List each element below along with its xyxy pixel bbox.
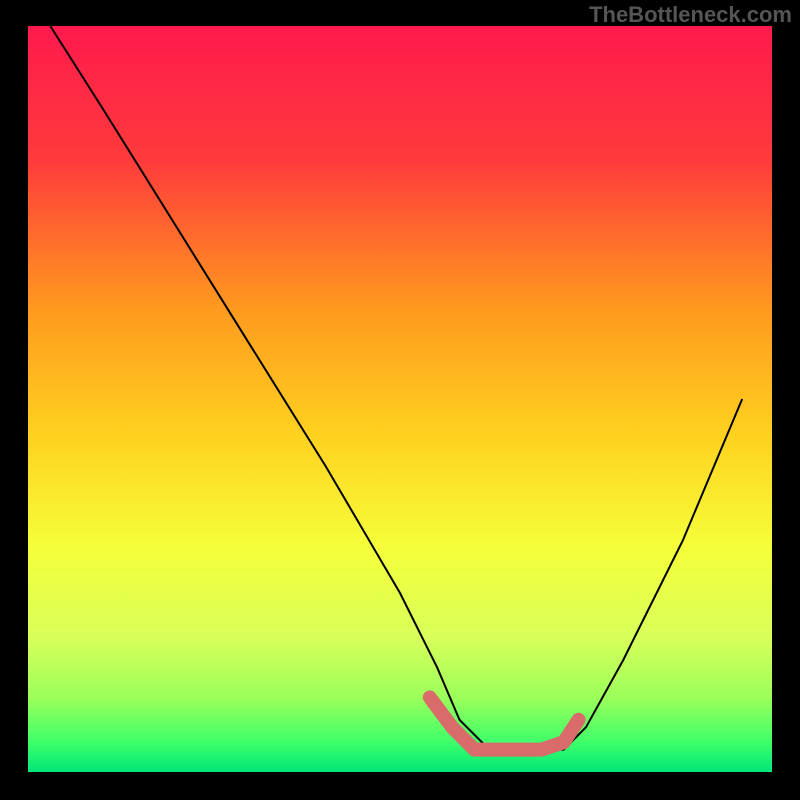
plot-background [28, 26, 772, 772]
bottleneck-chart [0, 0, 800, 800]
watermark-text: TheBottleneck.com [589, 2, 792, 28]
chart-container: TheBottleneck.com [0, 0, 800, 800]
